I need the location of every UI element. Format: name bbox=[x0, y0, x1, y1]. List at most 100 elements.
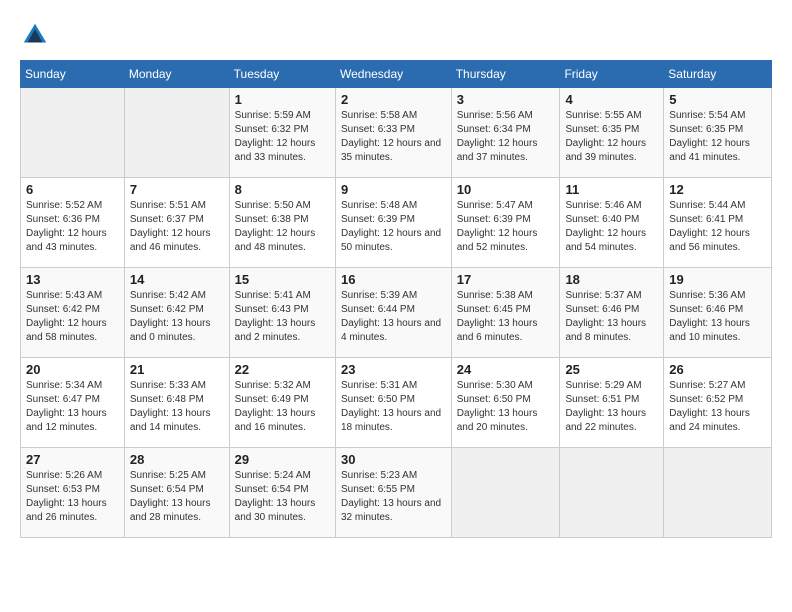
calendar-cell: 21 Sunrise: 5:33 AM Sunset: 6:48 PM Dayli… bbox=[124, 358, 229, 448]
day-info: Sunrise: 5:32 AM Sunset: 6:49 PM Dayligh… bbox=[235, 379, 330, 435]
calendar-cell: 15 Sunrise: 5:41 AM Sunset: 6:43 PM Dayli… bbox=[229, 268, 335, 358]
calendar-cell bbox=[451, 448, 560, 538]
day-info: Sunrise: 5:34 AM Sunset: 6:47 PM Dayligh… bbox=[26, 379, 119, 435]
day-number: 1 bbox=[235, 92, 330, 107]
day-number: 21 bbox=[130, 362, 224, 377]
week-row-0: 1 Sunrise: 5:59 AM Sunset: 6:32 PM Daylig… bbox=[21, 88, 772, 178]
day-info: Sunrise: 5:29 AM Sunset: 6:51 PM Dayligh… bbox=[565, 379, 658, 435]
calendar-cell: 8 Sunrise: 5:50 AM Sunset: 6:38 PM Daylig… bbox=[229, 178, 335, 268]
day-info: Sunrise: 5:41 AM Sunset: 6:43 PM Dayligh… bbox=[235, 289, 330, 345]
header-monday: Monday bbox=[124, 61, 229, 88]
header-tuesday: Tuesday bbox=[229, 61, 335, 88]
day-info: Sunrise: 5:44 AM Sunset: 6:41 PM Dayligh… bbox=[669, 199, 766, 255]
day-number: 8 bbox=[235, 182, 330, 197]
header-friday: Friday bbox=[560, 61, 664, 88]
day-number: 3 bbox=[457, 92, 555, 107]
calendar-cell: 26 Sunrise: 5:27 AM Sunset: 6:52 PM Dayli… bbox=[664, 358, 772, 448]
calendar-cell: 7 Sunrise: 5:51 AM Sunset: 6:37 PM Daylig… bbox=[124, 178, 229, 268]
calendar-cell: 23Sunrise: 5:31 AM Sunset: 6:50 PM Dayli… bbox=[336, 358, 452, 448]
calendar-cell bbox=[664, 448, 772, 538]
day-number: 26 bbox=[669, 362, 766, 377]
calendar-cell: 12 Sunrise: 5:44 AM Sunset: 6:41 PM Dayli… bbox=[664, 178, 772, 268]
calendar-cell: 14 Sunrise: 5:42 AM Sunset: 6:42 PM Dayli… bbox=[124, 268, 229, 358]
header-saturday: Saturday bbox=[664, 61, 772, 88]
logo-icon bbox=[20, 20, 50, 50]
day-info: Sunrise: 5:42 AM Sunset: 6:42 PM Dayligh… bbox=[130, 289, 224, 345]
calendar-cell: 30 Sunrise: 5:23 AM Sunset: 6:55 PM Dayli… bbox=[336, 448, 452, 538]
day-number: 18 bbox=[565, 272, 658, 287]
day-info: Sunrise: 5:36 AM Sunset: 6:46 PM Dayligh… bbox=[669, 289, 766, 345]
day-number: 14 bbox=[130, 272, 224, 287]
calendar-cell bbox=[560, 448, 664, 538]
day-info: Sunrise: 5:51 AM Sunset: 6:37 PM Dayligh… bbox=[130, 199, 224, 255]
day-number: 12 bbox=[669, 182, 766, 197]
calendar-cell bbox=[124, 88, 229, 178]
day-info: Sunrise: 5:55 AM Sunset: 6:35 PM Dayligh… bbox=[565, 109, 658, 165]
day-number: 30 bbox=[341, 452, 446, 467]
calendar-cell: 22 Sunrise: 5:32 AM Sunset: 6:49 PM Dayli… bbox=[229, 358, 335, 448]
calendar-cell: 28Sunrise: 5:25 AM Sunset: 6:54 PM Dayli… bbox=[124, 448, 229, 538]
day-info: Sunrise: 5:31 AM Sunset: 6:50 PM Dayligh… bbox=[341, 379, 446, 435]
day-number: 25 bbox=[565, 362, 658, 377]
week-row-2: 13 Sunrise: 5:43 AM Sunset: 6:42 PM Dayli… bbox=[21, 268, 772, 358]
logo bbox=[20, 20, 54, 50]
calendar-body: 1 Sunrise: 5:59 AM Sunset: 6:32 PM Daylig… bbox=[21, 88, 772, 538]
day-number: 27 bbox=[26, 452, 119, 467]
week-row-3: 20 Sunrise: 5:34 AM Sunset: 6:47 PM Dayli… bbox=[21, 358, 772, 448]
day-number: 5 bbox=[669, 92, 766, 107]
day-info: Sunrise: 5:39 AM Sunset: 6:44 PM Dayligh… bbox=[341, 289, 446, 345]
header-sunday: Sunday bbox=[21, 61, 125, 88]
calendar-cell: 20 Sunrise: 5:34 AM Sunset: 6:47 PM Dayli… bbox=[21, 358, 125, 448]
calendar-cell: 1 Sunrise: 5:59 AM Sunset: 6:32 PM Daylig… bbox=[229, 88, 335, 178]
day-info: Sunrise: 5:58 AM Sunset: 6:33 PM Dayligh… bbox=[341, 109, 446, 165]
calendar-cell: 3 Sunrise: 5:56 AM Sunset: 6:34 PM Daylig… bbox=[451, 88, 560, 178]
calendar-cell: 9 Sunrise: 5:48 AM Sunset: 6:39 PM Daylig… bbox=[336, 178, 452, 268]
calendar-cell: 5 Sunrise: 5:54 AM Sunset: 6:35 PM Daylig… bbox=[664, 88, 772, 178]
day-number: 11 bbox=[565, 182, 658, 197]
day-info: Sunrise: 5:37 AM Sunset: 6:46 PM Dayligh… bbox=[565, 289, 658, 345]
calendar-cell: 19Sunrise: 5:36 AM Sunset: 6:46 PM Dayli… bbox=[664, 268, 772, 358]
day-number: 15 bbox=[235, 272, 330, 287]
header-row: SundayMondayTuesdayWednesdayThursdayFrid… bbox=[21, 61, 772, 88]
calendar-header: SundayMondayTuesdayWednesdayThursdayFrid… bbox=[21, 61, 772, 88]
day-info: Sunrise: 5:46 AM Sunset: 6:40 PM Dayligh… bbox=[565, 199, 658, 255]
calendar-cell: 17Sunrise: 5:38 AM Sunset: 6:45 PM Dayli… bbox=[451, 268, 560, 358]
day-number: 17 bbox=[457, 272, 555, 287]
day-info: Sunrise: 5:56 AM Sunset: 6:34 PM Dayligh… bbox=[457, 109, 555, 165]
day-info: Sunrise: 5:43 AM Sunset: 6:42 PM Dayligh… bbox=[26, 289, 119, 345]
calendar-cell: 24 Sunrise: 5:30 AM Sunset: 6:50 PM Dayli… bbox=[451, 358, 560, 448]
day-number: 9 bbox=[341, 182, 446, 197]
page-header bbox=[20, 20, 772, 50]
day-number: 22 bbox=[235, 362, 330, 377]
day-number: 2 bbox=[341, 92, 446, 107]
header-thursday: Thursday bbox=[451, 61, 560, 88]
day-info: Sunrise: 5:23 AM Sunset: 6:55 PM Dayligh… bbox=[341, 469, 446, 525]
header-wednesday: Wednesday bbox=[336, 61, 452, 88]
calendar-cell: 10Sunrise: 5:47 AM Sunset: 6:39 PM Dayli… bbox=[451, 178, 560, 268]
day-info: Sunrise: 5:30 AM Sunset: 6:50 PM Dayligh… bbox=[457, 379, 555, 435]
calendar-cell: 29Sunrise: 5:24 AM Sunset: 6:54 PM Dayli… bbox=[229, 448, 335, 538]
calendar-cell bbox=[21, 88, 125, 178]
day-number: 7 bbox=[130, 182, 224, 197]
day-info: Sunrise: 5:27 AM Sunset: 6:52 PM Dayligh… bbox=[669, 379, 766, 435]
day-info: Sunrise: 5:50 AM Sunset: 6:38 PM Dayligh… bbox=[235, 199, 330, 255]
day-info: Sunrise: 5:48 AM Sunset: 6:39 PM Dayligh… bbox=[341, 199, 446, 255]
day-number: 16 bbox=[341, 272, 446, 287]
day-number: 29 bbox=[235, 452, 330, 467]
day-number: 24 bbox=[457, 362, 555, 377]
day-number: 10 bbox=[457, 182, 555, 197]
day-info: Sunrise: 5:59 AM Sunset: 6:32 PM Dayligh… bbox=[235, 109, 330, 165]
day-info: Sunrise: 5:54 AM Sunset: 6:35 PM Dayligh… bbox=[669, 109, 766, 165]
day-info: Sunrise: 5:33 AM Sunset: 6:48 PM Dayligh… bbox=[130, 379, 224, 435]
day-info: Sunrise: 5:52 AM Sunset: 6:36 PM Dayligh… bbox=[26, 199, 119, 255]
week-row-4: 27 Sunrise: 5:26 AM Sunset: 6:53 PM Dayli… bbox=[21, 448, 772, 538]
day-number: 20 bbox=[26, 362, 119, 377]
calendar-cell: 13 Sunrise: 5:43 AM Sunset: 6:42 PM Dayli… bbox=[21, 268, 125, 358]
calendar-cell: 25 Sunrise: 5:29 AM Sunset: 6:51 PM Dayli… bbox=[560, 358, 664, 448]
week-row-1: 6 Sunrise: 5:52 AM Sunset: 6:36 PM Daylig… bbox=[21, 178, 772, 268]
day-number: 6 bbox=[26, 182, 119, 197]
calendar-cell: 2 Sunrise: 5:58 AM Sunset: 6:33 PM Daylig… bbox=[336, 88, 452, 178]
day-info: Sunrise: 5:26 AM Sunset: 6:53 PM Dayligh… bbox=[26, 469, 119, 525]
day-number: 13 bbox=[26, 272, 119, 287]
day-info: Sunrise: 5:25 AM Sunset: 6:54 PM Dayligh… bbox=[130, 469, 224, 525]
